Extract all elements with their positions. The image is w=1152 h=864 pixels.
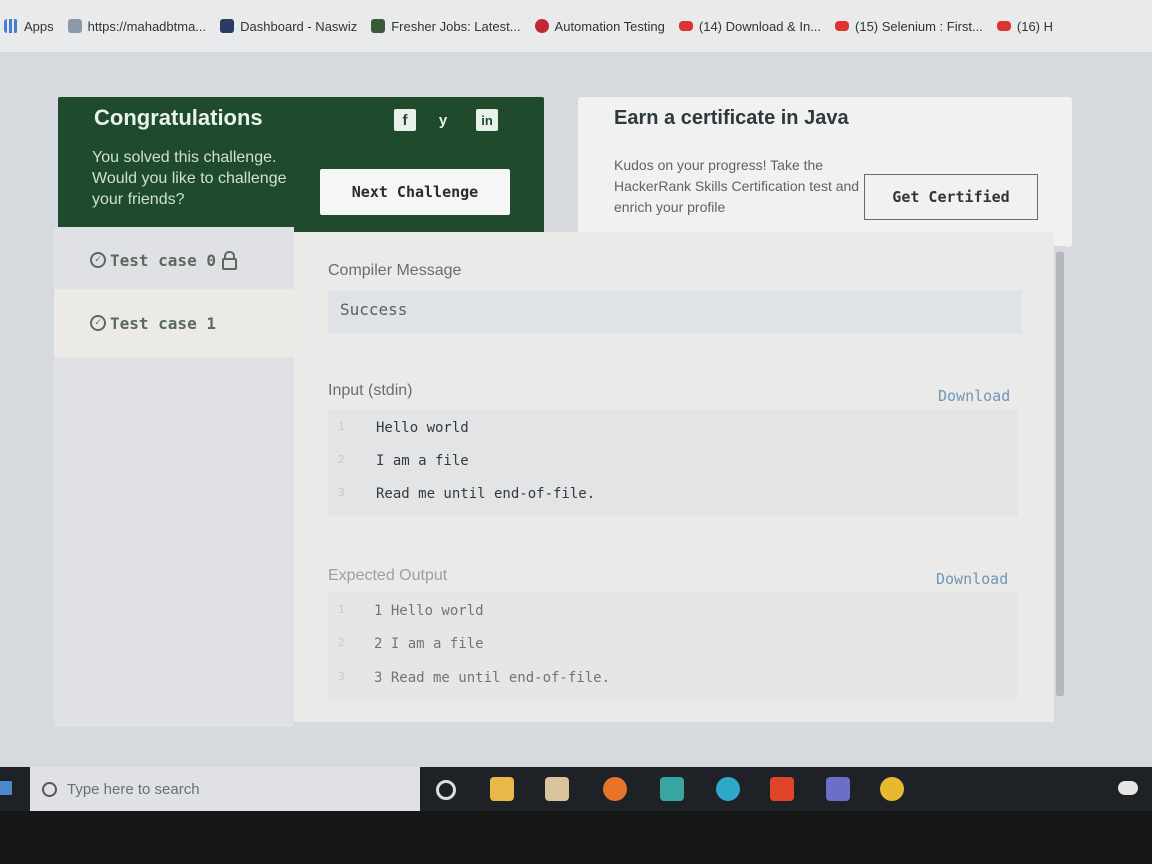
windows-start-icon[interactable] (0, 781, 12, 795)
compiler-message-label: Compiler Message (328, 262, 462, 279)
scrollbar-thumb[interactable] (1056, 252, 1064, 696)
test-case-0-tab[interactable]: ✓ Test case 0 (54, 227, 294, 293)
naswiz-icon (220, 19, 235, 33)
congratulations-title: Congratulations (94, 105, 263, 130)
check-circle-icon: ✓ (90, 315, 106, 331)
bookmarks-bar: Apps https://mahadbtma... Dashboard - Na… (0, 0, 1152, 52)
page-content: Congratulations f y in You solved this c… (0, 52, 1152, 767)
fresher-jobs-icon (371, 19, 386, 33)
bookmark-naswiz[interactable]: Dashboard - Naswiz (220, 19, 357, 34)
edge-icon[interactable] (716, 777, 740, 801)
teams-icon[interactable] (826, 777, 850, 801)
bookmark-youtube-16[interactable]: (16) H (996, 19, 1053, 34)
lock-icon (221, 251, 237, 270)
file-explorer-icon[interactable] (490, 777, 514, 801)
mail-icon[interactable] (660, 777, 684, 801)
bookmark-automation-testing[interactable]: Automation Testing (534, 19, 665, 34)
certificate-text: Kudos on your progress! Take the HackerR… (614, 157, 860, 215)
congratulations-text: You solved this challenge. Would you lik… (92, 149, 287, 208)
firefox-icon[interactable] (603, 777, 627, 801)
monitor-bezel (0, 811, 1152, 864)
get-certified-button[interactable]: Get Certified (864, 174, 1038, 220)
certificate-title: Earn a certificate in Java (614, 107, 849, 129)
bookmark-youtube-14[interactable]: (14) Download & In... (678, 19, 821, 34)
youtube-icon (835, 21, 850, 31)
bookmark-youtube-15[interactable]: (15) Selenium : First... (835, 19, 983, 34)
scrollbar[interactable] (1054, 246, 1066, 706)
store-icon[interactable] (545, 777, 569, 801)
page-icon (67, 19, 82, 33)
expected-output-label: Expected Output (328, 567, 448, 584)
test-case-list: ✓ Test case 0 ✓ Test case 1 (54, 227, 294, 727)
taskbar-search-box[interactable]: Type here to search (30, 767, 420, 811)
facebook-icon[interactable]: f (394, 109, 416, 131)
automation-icon (534, 19, 549, 33)
next-challenge-button[interactable]: Next Challenge (320, 169, 510, 215)
expected-output-block: 1 1 Hello world 2 2 I am a file 3 3 Read… (328, 592, 1018, 700)
input-label: Input (stdin) (328, 382, 413, 399)
cortana-icon[interactable] (436, 780, 456, 800)
bookmark-fresher-jobs[interactable]: Fresher Jobs: Latest... (371, 19, 521, 34)
office-icon[interactable] (770, 777, 794, 801)
test-result-panel: Compiler Message Success Input (stdin) D… (294, 232, 1054, 722)
certificate-card: Earn a certificate in Java Kudos on your… (578, 97, 1072, 247)
youtube-icon (996, 21, 1011, 31)
check-circle-icon: ✓ (90, 252, 106, 268)
cloud-icon[interactable] (1118, 781, 1138, 795)
youtube-icon (678, 21, 693, 31)
input-code-block: 1 Hello world 2 I am a file 3 Read me un… (328, 410, 1018, 516)
taskbar: Type here to search (0, 767, 1152, 811)
input-download-link[interactable]: Download (938, 387, 1010, 405)
linkedin-icon[interactable]: in (476, 109, 498, 131)
twitter-icon[interactable]: y (432, 109, 454, 131)
test-case-label: Test case 0 (110, 250, 216, 270)
test-case-label: Test case 1 (110, 313, 216, 333)
expected-download-link[interactable]: Download (936, 570, 1008, 588)
bookmark-apps[interactable]: Apps (4, 19, 54, 34)
bookmark-mahadbt[interactable]: https://mahadbtma... (67, 19, 206, 34)
apps-grid-icon (4, 19, 18, 33)
search-icon (42, 781, 57, 797)
compiler-message: Success (328, 290, 1022, 334)
chrome-icon[interactable] (880, 777, 904, 801)
test-case-1-tab[interactable]: ✓ Test case 1 (54, 289, 294, 357)
congratulations-card: Congratulations f y in You solved this c… (58, 97, 544, 237)
search-placeholder: Type here to search (67, 780, 200, 798)
